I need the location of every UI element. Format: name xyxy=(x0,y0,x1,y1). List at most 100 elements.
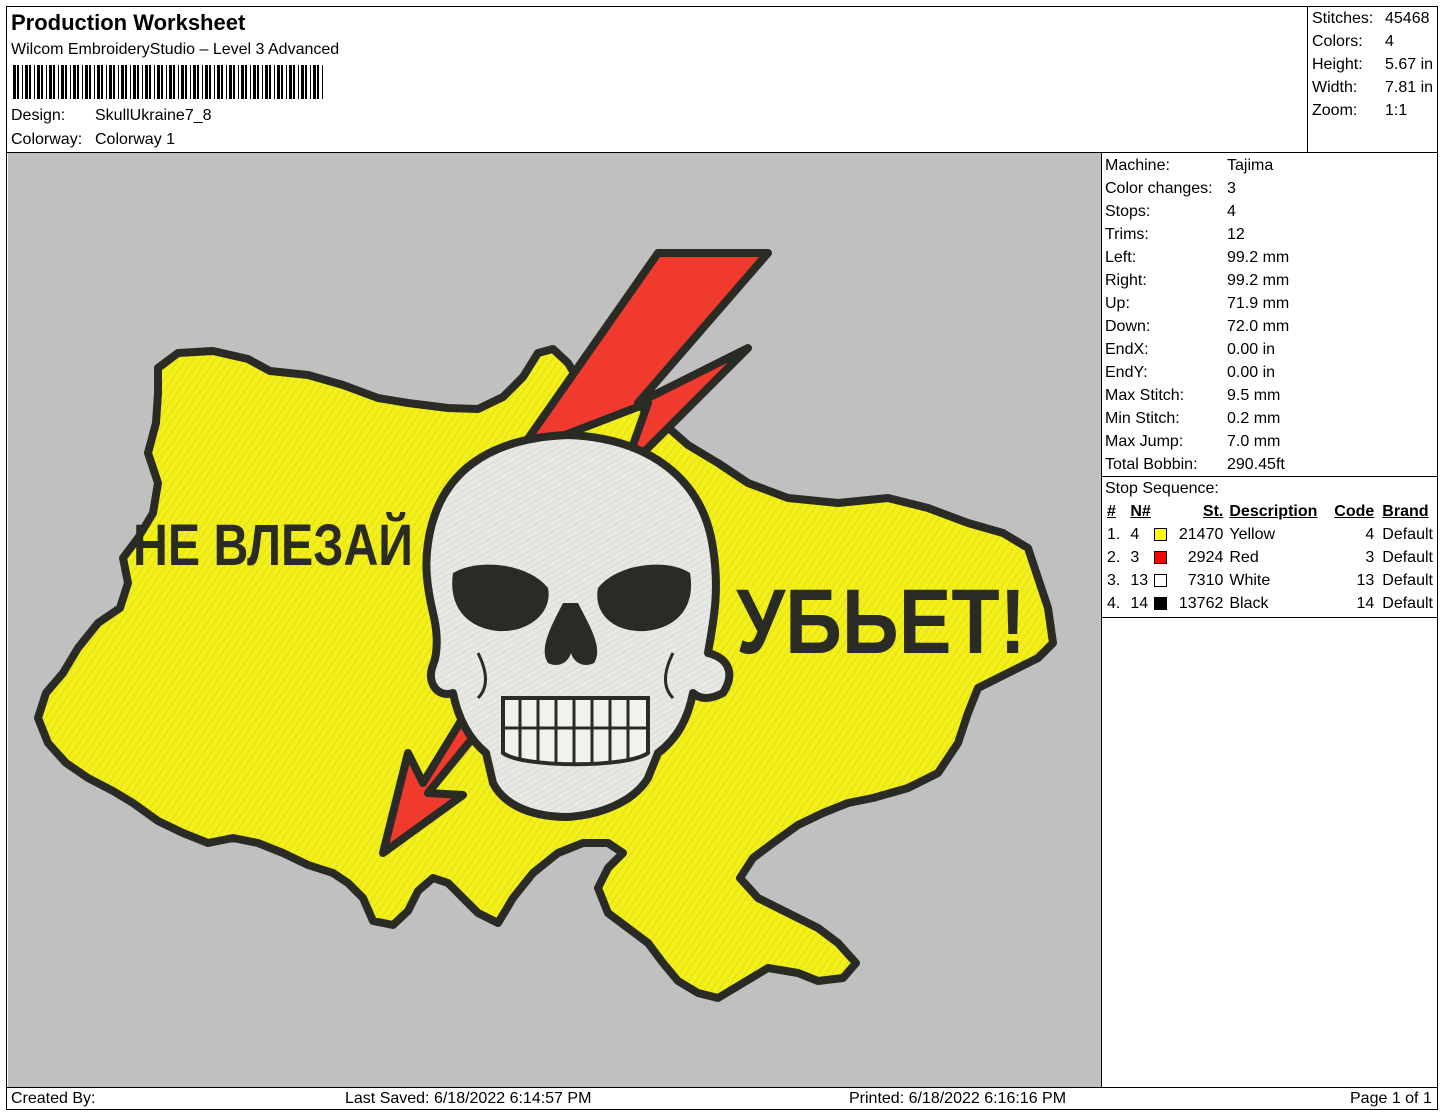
color-description: White xyxy=(1229,572,1271,589)
design-name: SkullUkraine7_8 xyxy=(95,107,212,124)
machine-info-row: Max Jump: 7.0 mm xyxy=(1104,430,1438,453)
machine-info-row: Right: 99.2 mm xyxy=(1104,269,1438,292)
embroidery-design: НЕ ВЛЕЗАЙ УБЬЕТ! xyxy=(34,249,1057,1002)
machine-info-value: 99.2 mm xyxy=(1227,249,1290,266)
height-row: Height: 5.67 in xyxy=(1309,53,1437,76)
machine-info-label: Down: xyxy=(1105,318,1151,335)
col-swatch xyxy=(1154,500,1174,523)
stop-sequence-panel: Stop Sequence: # N# St. Description Code… xyxy=(1104,477,1438,612)
machine-info-value: 99.2 mm xyxy=(1227,272,1290,289)
machine-info-value: 4 xyxy=(1227,203,1236,220)
machine-info-row: Down: 72.0 mm xyxy=(1104,315,1438,338)
thread-brand: Default xyxy=(1382,526,1433,543)
design-row: Design: SkullUkraine7_8 xyxy=(11,107,212,125)
machine-info-value: 12 xyxy=(1227,226,1245,243)
machine-info-label: Stops: xyxy=(1105,203,1151,220)
machine-info-label: EndX: xyxy=(1105,341,1149,358)
machine-info-label: Machine: xyxy=(1105,157,1170,174)
machine-info-row: EndX: 0.00 in xyxy=(1104,338,1438,361)
design-text-line2: УБЬЕТ! xyxy=(736,571,1026,673)
col-code: Code xyxy=(1334,503,1375,520)
machine-info-value: Tajima xyxy=(1227,157,1274,174)
col-index: # xyxy=(1107,503,1116,520)
col-description: Description xyxy=(1229,503,1318,520)
color-swatch-cell xyxy=(1154,592,1174,615)
color-description: Yellow xyxy=(1229,526,1276,543)
colors-row: Colors: 4 xyxy=(1309,30,1437,53)
machine-info-label: Min Stitch: xyxy=(1105,410,1180,427)
barcode xyxy=(13,65,323,99)
stitch-count: 13762 xyxy=(1178,595,1224,612)
color-swatch-cell xyxy=(1154,523,1174,546)
machine-info-value: 7.0 mm xyxy=(1227,433,1281,450)
machine-info-panel: Machine: Tajima Color changes: 3 Stops: 4 Trim… xyxy=(1104,154,1438,476)
needle-number: 14 xyxy=(1130,595,1149,612)
width-label: Width: xyxy=(1312,79,1358,96)
col-needle: N# xyxy=(1130,503,1151,520)
stop-sequence-row: 1. 4 21470 Yellow 4 Default xyxy=(1104,523,1438,546)
stop-index: 4. xyxy=(1107,595,1121,612)
machine-info-label: Up: xyxy=(1105,295,1130,312)
color-swatch xyxy=(1154,597,1168,611)
col-brand: Brand xyxy=(1382,503,1429,520)
stop-index: 3. xyxy=(1107,572,1121,589)
stitches-row: Stitches: 45468 xyxy=(1309,7,1437,30)
machine-info-label: Trims: xyxy=(1105,226,1149,243)
design-preview: НЕ ВЛЕЗАЙ УБЬЕТ! xyxy=(8,153,1101,1087)
thread-brand: Default xyxy=(1382,549,1433,566)
colors-label: Colors: xyxy=(1312,33,1363,50)
color-swatch xyxy=(1154,551,1168,565)
width-value: 7.81 in xyxy=(1385,79,1434,96)
zoom-row: Zoom: 1:1 xyxy=(1309,99,1437,122)
zoom-label: Zoom: xyxy=(1312,102,1358,119)
colorway-row: Colorway: Colorway 1 xyxy=(11,131,175,149)
color-swatch xyxy=(1154,574,1168,588)
last-saved: Last Saved: 6/18/2022 6:14:57 PM xyxy=(345,1090,592,1107)
thread-brand: Default xyxy=(1382,572,1433,589)
machine-info-row: Max Stitch: 9.5 mm xyxy=(1104,384,1438,407)
stitch-count: 7310 xyxy=(1187,572,1224,589)
created-by: Created By: xyxy=(11,1090,96,1107)
design-summary: Stitches: 45468 Colors: 4 Height: 5.67 in W… xyxy=(1309,7,1437,122)
zoom-value: 1:1 xyxy=(1385,102,1408,119)
machine-info-row: Machine: Tajima xyxy=(1104,154,1438,177)
machine-info-value: 0.00 in xyxy=(1227,341,1276,358)
machine-info-row: EndY: 0.00 in xyxy=(1104,361,1438,384)
machine-info-value: 71.9 mm xyxy=(1227,295,1290,312)
machine-info-value: 290.45ft xyxy=(1227,456,1285,473)
machine-info-row: Up: 71.9 mm xyxy=(1104,292,1438,315)
machine-info-label: Max Jump: xyxy=(1105,433,1184,450)
machine-info-label: EndY: xyxy=(1105,364,1148,381)
design-text-line1: НЕ ВЛЕЗАЙ xyxy=(133,513,413,578)
stop-sequence-row: 4. 14 13762 Black 14 Default xyxy=(1104,592,1438,615)
machine-info-value: 3 xyxy=(1227,180,1236,197)
machine-info-row: Min Stitch: 0.2 mm xyxy=(1104,407,1438,430)
width-row: Width: 7.81 in xyxy=(1309,76,1437,99)
machine-info-value: 0.00 in xyxy=(1227,364,1276,381)
stitch-count: 2924 xyxy=(1187,549,1224,566)
thread-brand: Default xyxy=(1382,595,1433,612)
color-code: 13 xyxy=(1356,572,1375,589)
machine-info-value: 0.2 mm xyxy=(1227,410,1281,427)
production-worksheet: Production Worksheet Wilcom EmbroiderySt… xyxy=(6,6,1438,1110)
machine-info-row: Stops: 4 xyxy=(1104,200,1438,223)
stitch-count: 21470 xyxy=(1178,526,1224,543)
color-description: Red xyxy=(1229,549,1259,566)
machine-info-label: Right: xyxy=(1105,272,1147,289)
stop-index: 2. xyxy=(1107,549,1121,566)
color-code: 3 xyxy=(1365,549,1375,566)
software-name: Wilcom EmbroideryStudio – Level 3 Advanc… xyxy=(11,41,340,58)
needle-number: 4 xyxy=(1130,526,1140,543)
page-number: Page 1 of 1 xyxy=(1350,1090,1432,1107)
stop-sequence-header-row: # N# St. Description Code Brand xyxy=(1104,500,1438,523)
stop-index: 1. xyxy=(1107,526,1121,543)
needle-number: 3 xyxy=(1130,549,1140,566)
needle-number: 13 xyxy=(1130,572,1149,589)
machine-info-label: Total Bobbin: xyxy=(1105,456,1198,473)
colorway-label: Colorway: xyxy=(11,131,83,148)
color-code: 14 xyxy=(1356,595,1375,612)
machine-info-label: Left: xyxy=(1105,249,1137,266)
printed-date: Printed: 6/18/2022 6:16:16 PM xyxy=(849,1090,1067,1107)
colors-value: 4 xyxy=(1385,33,1394,50)
machine-info-value: 72.0 mm xyxy=(1227,318,1290,335)
